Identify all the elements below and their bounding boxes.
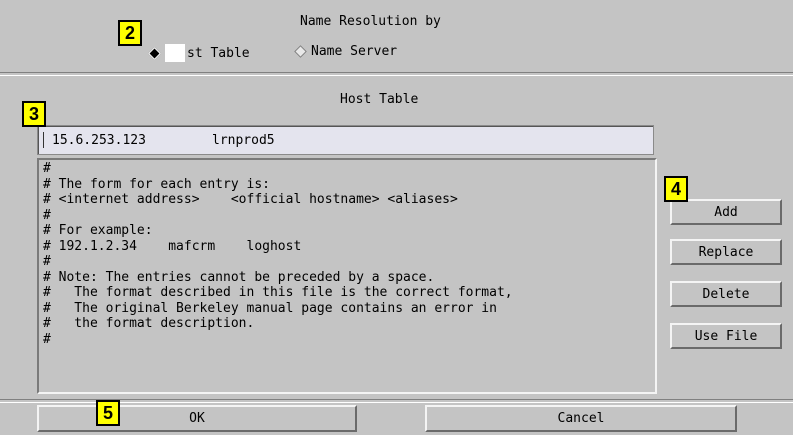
file-line: # bbox=[43, 207, 51, 223]
file-line: # Note: The entries cannot be preceded b… bbox=[43, 269, 435, 285]
name-resolution-title: Name Resolution by bbox=[300, 14, 441, 29]
file-line: # bbox=[43, 161, 51, 176]
radio-selected-icon bbox=[148, 46, 161, 60]
file-line: # <internet address> <official hostname>… bbox=[43, 192, 458, 207]
radio-unselected-icon bbox=[294, 45, 307, 58]
file-line: # The form for each entry is: bbox=[43, 176, 270, 192]
host-table-title: Host Table bbox=[340, 92, 419, 107]
callout-marker: 2 bbox=[118, 20, 142, 46]
text-cursor bbox=[43, 132, 44, 148]
delete-button[interactable]: Delete bbox=[670, 281, 782, 307]
file-line: # 192.1.2.34 mafcrm loghost bbox=[43, 238, 302, 254]
entry-address: 15.6.253.123 bbox=[52, 132, 146, 148]
name-server-radio[interactable]: Name Server bbox=[294, 44, 398, 59]
callout-marker: 3 bbox=[22, 101, 46, 127]
file-line: # the format description. bbox=[43, 316, 255, 331]
redacted-patch bbox=[165, 44, 185, 62]
callout-marker: 5 bbox=[96, 400, 120, 426]
file-line: # The original Berkeley manual page cont… bbox=[43, 300, 497, 316]
file-line: # bbox=[43, 331, 51, 347]
name-server-radio-label: Name Server bbox=[311, 44, 398, 59]
add-button[interactable]: Add bbox=[670, 199, 782, 225]
file-line: # The format described in this file is t… bbox=[43, 285, 513, 300]
section-divider bbox=[0, 72, 793, 76]
host-file-text-area[interactable]: # # The form for each entry is: # <inter… bbox=[37, 158, 657, 394]
host-table-radio[interactable]: st Table bbox=[148, 44, 250, 62]
host-table-radio-label: st Table bbox=[187, 45, 250, 61]
file-line: # bbox=[43, 254, 51, 269]
callout-marker: 4 bbox=[664, 176, 688, 202]
file-line: # For example: bbox=[43, 223, 153, 238]
use-file-button[interactable]: Use File bbox=[670, 323, 782, 349]
host-entry-field[interactable]: 15.6.253.123 lrnprod5 bbox=[37, 125, 654, 155]
cancel-button[interactable]: Cancel bbox=[425, 405, 737, 432]
replace-button[interactable]: Replace bbox=[670, 239, 782, 265]
ok-button[interactable]: OK bbox=[37, 405, 357, 432]
entry-hostname: lrnprod5 bbox=[212, 132, 275, 148]
